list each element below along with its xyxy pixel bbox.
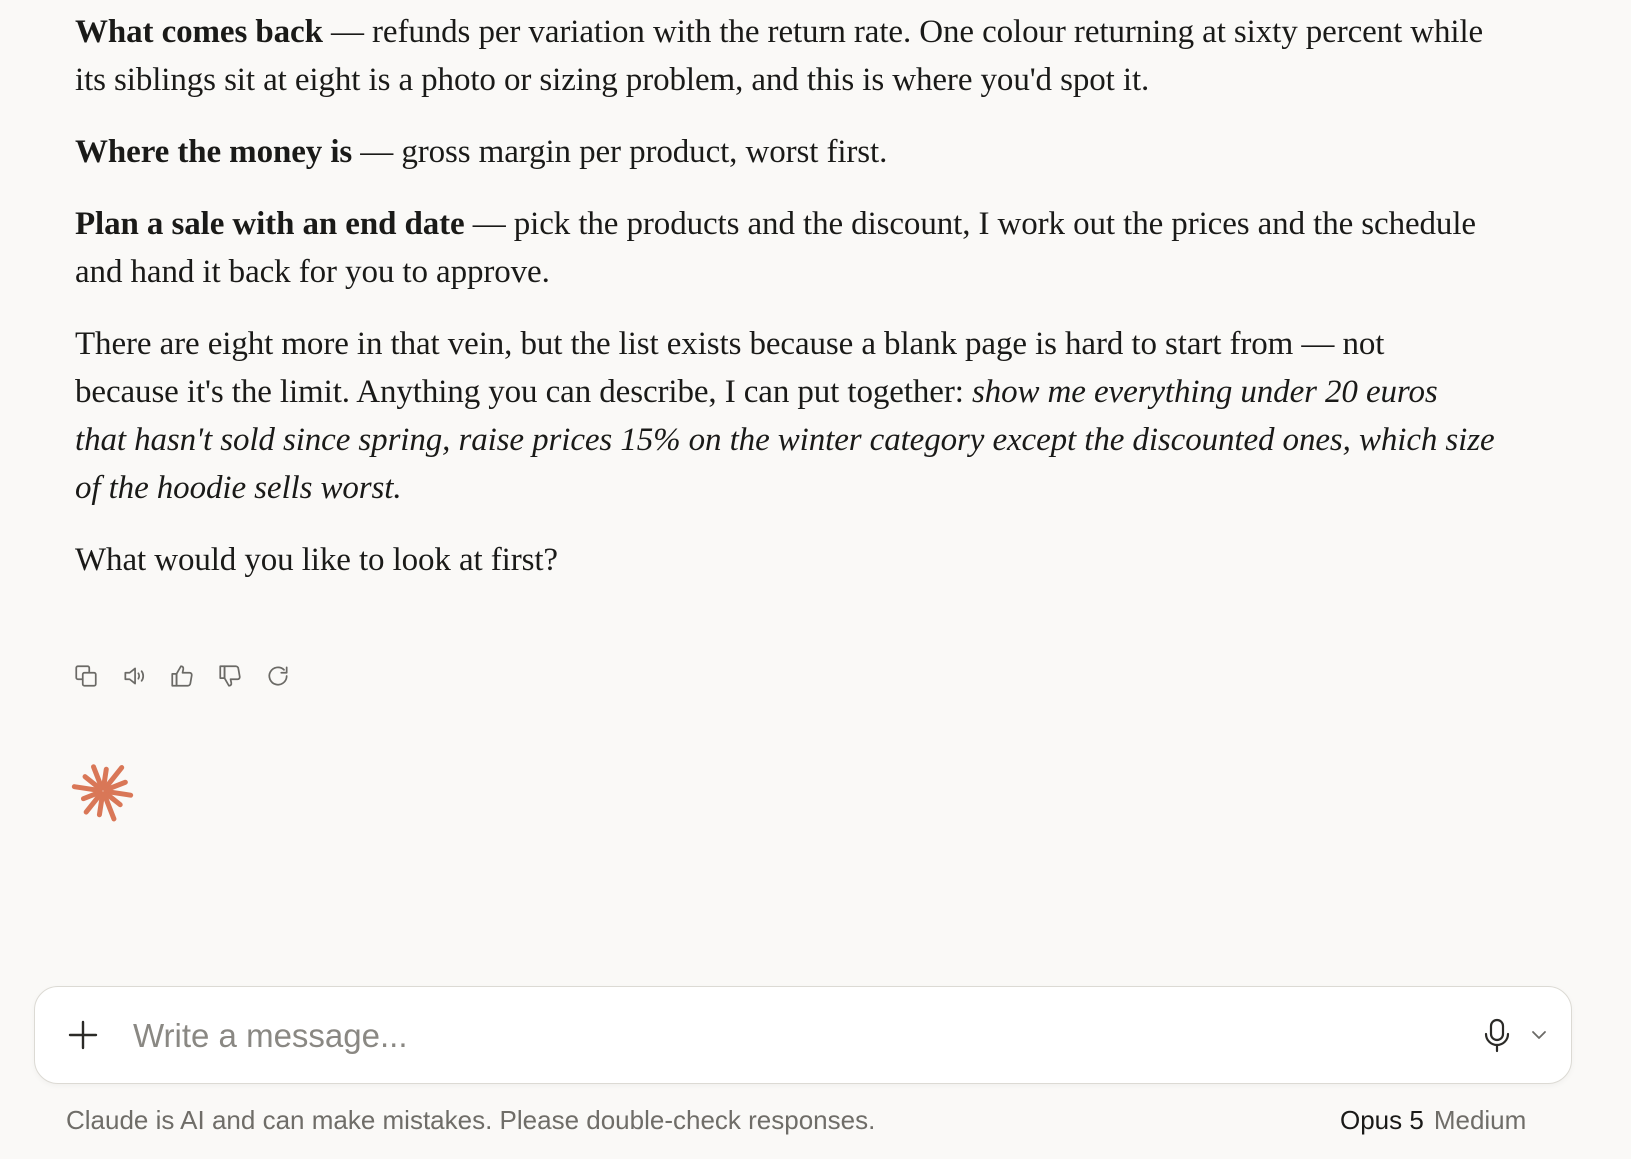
read-aloud-icon[interactable]	[120, 662, 148, 690]
paragraph-returns: What comes back — refunds per variation …	[75, 8, 1495, 104]
heading-sale: Plan a sale with an end date	[75, 206, 465, 242]
plus-icon[interactable]	[65, 1017, 101, 1053]
message-input[interactable]	[131, 1009, 1385, 1063]
message-composer	[34, 986, 1572, 1084]
model-effort: Medium	[1433, 1105, 1527, 1135]
disclaimer-text: Claude is AI and can make mistakes. Plea…	[66, 1105, 876, 1135]
thumbs-up-icon[interactable]	[168, 662, 196, 690]
paragraph-more: There are eight more in that vein, but t…	[75, 320, 1495, 512]
microphone-icon[interactable]	[1477, 1015, 1517, 1055]
claude-spark-icon	[70, 758, 136, 824]
model-selector[interactable]: Opus 5 Medium	[1340, 1105, 1526, 1136]
paragraph-sale: Plan a sale with an end date — pick the …	[75, 200, 1495, 296]
message-actions	[72, 662, 292, 690]
paragraph-question: What would you like to look at first?	[75, 542, 558, 578]
paragraph-margin-text: — gross margin per product, worst first.	[352, 134, 888, 170]
model-name: Opus 5	[1340, 1105, 1424, 1135]
heading-returns: What comes back	[75, 14, 323, 50]
chevron-down-icon[interactable]	[1525, 1021, 1553, 1049]
paragraph-margin: Where the money is — gross margin per pr…	[75, 128, 1495, 176]
copy-icon[interactable]	[72, 662, 100, 690]
thumbs-down-icon[interactable]	[216, 662, 244, 690]
assistant-message: What comes back — refunds per variation …	[75, 8, 1495, 608]
heading-margin: Where the money is	[75, 134, 353, 170]
retry-icon[interactable]	[264, 662, 292, 690]
